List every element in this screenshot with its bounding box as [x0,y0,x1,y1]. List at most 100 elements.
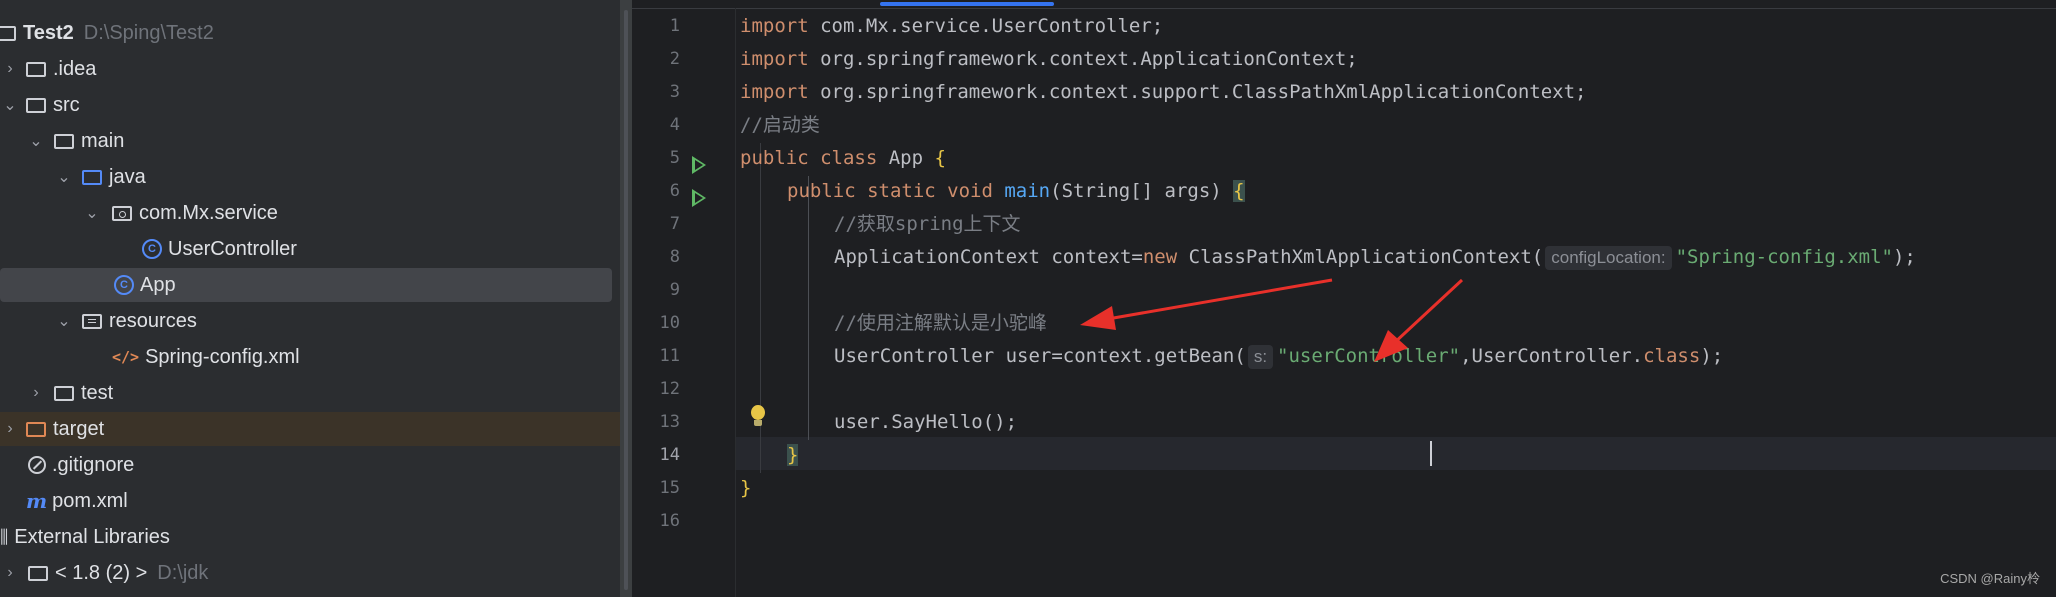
editor-tab-strip [632,0,2056,9]
tree-item-label: resources [109,309,197,332]
active-tab-indicator [880,2,1054,6]
folder-icon [54,385,74,401]
parameter-hint: configLocation: [1545,246,1672,270]
line-number: 14 [659,445,680,465]
tree-root-test2[interactable]: Test2 D:\Sping\Test2 [0,16,614,50]
line-number: 8 [669,247,680,267]
java-class-icon: C [114,275,134,295]
annotation-arrow-right [1374,278,1464,362]
chevron-down-icon[interactable]: ⌄ [26,131,46,151]
folder-icon [26,97,46,113]
line-gutter: 1 2 3 4 5 6 7 8 9 10 11 12 13 14 15 16 [632,8,735,597]
chevron-right-icon[interactable]: › [0,564,20,582]
folder-icon [26,61,46,77]
line-number: 7 [669,214,680,234]
module-folder-icon [0,25,16,41]
java-class-icon: C [142,239,162,259]
tree-item-app[interactable]: C App [0,268,612,302]
line-number: 12 [659,379,680,399]
tree-item-label: com.Mx.service [139,201,278,224]
tree-item-java[interactable]: ⌄ java [0,160,614,194]
tree-item-spring-config[interactable]: </> Spring-config.xml [0,340,614,374]
run-icon[interactable] [692,156,706,174]
line-number: 6 [669,181,680,201]
tree-item-external-libraries[interactable]: ⫼ External Libraries [0,520,614,554]
line-number: 15 [659,478,680,498]
chevron-right-icon[interactable]: › [0,60,20,78]
tree-item-label: src [53,93,80,116]
tree-item-label: java [109,165,146,188]
watermark: CSDN @Rainy柃 [1940,571,2040,586]
tree-item-label: .idea [53,57,97,80]
annotation-arrow-left [1080,278,1333,330]
maven-icon: m [26,489,48,513]
tree-item-test[interactable]: › test [0,376,614,410]
tree-item-gitignore[interactable]: .gitignore [0,448,614,482]
source-folder-icon [82,169,102,185]
code-line-10: //使用注解默认是小驼峰 [834,312,1047,334]
tree-item-resources[interactable]: ⌄ resources [0,304,614,338]
tree-item-pom[interactable]: m pom.xml [0,484,614,518]
tree-item-src[interactable]: ⌄ src [0,88,614,122]
tree-item-idea[interactable]: › .idea [0,52,614,86]
chevron-down-icon[interactable]: ⌄ [0,95,20,115]
libraries-icon: ⫼ [0,526,9,547]
tree-item-label: Spring-config.xml [145,345,300,368]
line-number: 10 [659,313,680,333]
tree-item-package[interactable]: ⌄ com.Mx.service [0,196,614,230]
text-caret [1430,441,1432,466]
code-editor[interactable]: 1 2 3 4 5 6 7 8 9 10 11 12 13 14 15 16 i… [632,0,2056,597]
panel-splitter[interactable] [620,0,632,597]
jdk-folder-icon [28,565,48,581]
code-line-5: public class App { [740,147,946,169]
xml-file-icon: </> [112,348,140,366]
resources-folder-icon [82,313,102,329]
tree-item-label: target [53,417,105,440]
excluded-folder-icon [26,421,46,437]
chevron-down-icon[interactable]: ⌄ [54,167,74,187]
tree-item-usercontroller[interactable]: C UserController [0,232,614,266]
root-name: Test2 [23,21,74,44]
run-icon[interactable] [692,189,706,207]
line-number: 16 [659,511,680,531]
line-number: 4 [669,115,680,135]
bulb-glass [751,405,765,420]
line-number: 13 [659,412,680,432]
root-path: D:\Sping\Test2 [83,21,214,44]
ignore-file-icon [28,456,46,474]
code-line-14: } [787,444,799,466]
tree-item-target[interactable]: › target [0,412,626,446]
code-line-6: public static void main(String[] args) { [787,180,1245,202]
code-line-13: user.SayHello(); [834,411,1018,433]
project-tool-window: Test2 D:\Sping\Test2 › .idea ⌄ src ⌄ mai… [0,0,626,597]
tree-item-label: main [81,129,125,152]
tree-item-label: test [81,381,114,404]
tree-item-label: App [140,273,176,296]
code-line-3: import org.springframework.context.suppo… [740,81,1587,103]
line-number: 9 [669,280,680,300]
indent-guide [808,176,809,440]
tree-item-jdk[interactable]: › < 1.8 (2) > D:\jdk [0,556,614,590]
gutter-separator [735,8,736,597]
lightbulb-icon[interactable] [748,405,768,429]
code-line-2: import org.springframework.context.Appli… [740,48,1358,70]
code-line-1: import com.Mx.service.UserController; [740,15,1164,37]
chevron-down-icon[interactable]: ⌄ [54,311,74,331]
line-number: 5 [669,148,680,168]
chevron-right-icon[interactable]: › [26,384,46,402]
tree-item-main[interactable]: ⌄ main [0,124,614,158]
package-icon [112,205,132,221]
jdk-path: D:\jdk [157,561,209,584]
chevron-down-icon[interactable]: ⌄ [82,203,102,223]
tree-item-label: < 1.8 (2) > [55,561,148,584]
chevron-right-icon[interactable]: › [0,420,20,438]
line-number: 2 [669,49,680,69]
line-number: 11 [659,346,680,366]
tree-item-label: UserController [168,237,297,260]
code-line-4: //启动类 [740,114,820,136]
line-number: 3 [669,82,680,102]
tree-item-label: External Libraries [14,525,170,548]
tree-item-label: .gitignore [52,453,135,476]
bulb-base [754,420,762,426]
current-line-highlight [736,437,2056,470]
